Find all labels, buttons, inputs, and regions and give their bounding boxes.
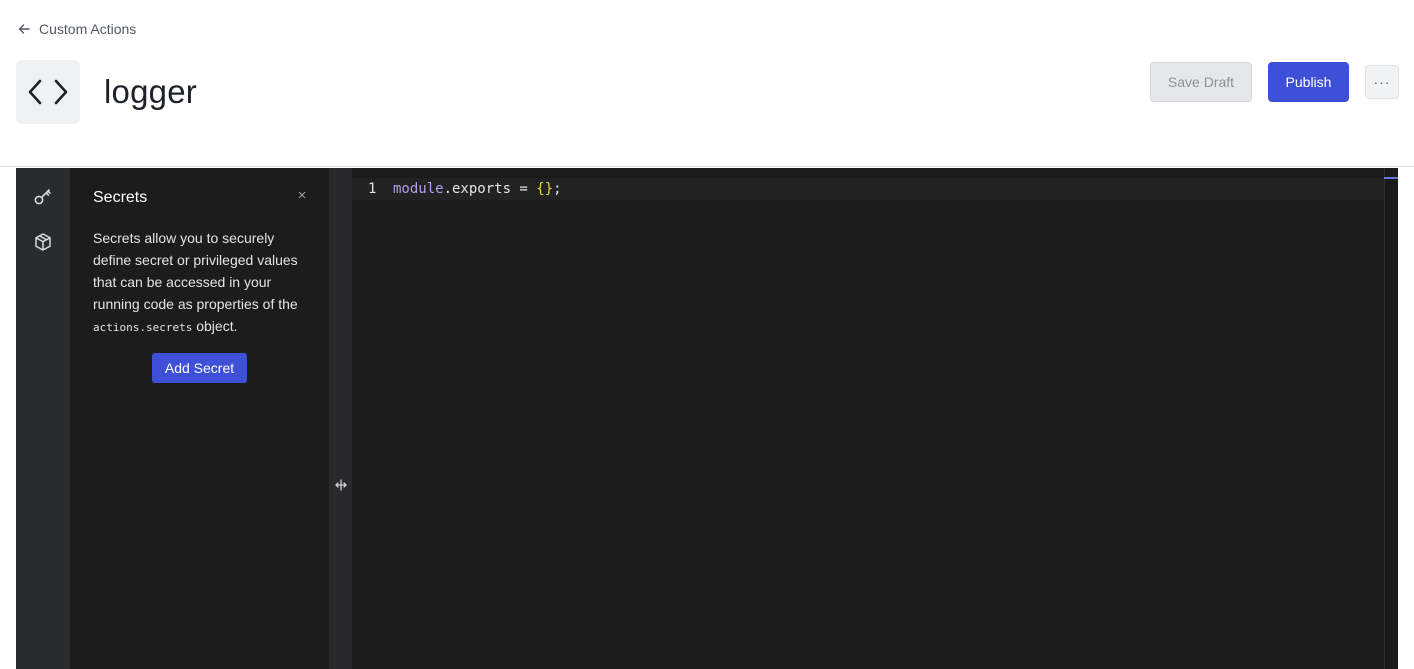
secrets-object-code: actions.secrets [93, 321, 193, 334]
resize-horizontal-icon [335, 479, 347, 491]
more-options-button[interactable]: ··· [1365, 65, 1399, 99]
scrollbar-cursor-marker [1384, 177, 1398, 179]
secrets-panel-title: Secrets [93, 189, 148, 206]
back-link-custom-actions[interactable]: Custom Actions [18, 19, 136, 39]
save-draft-button[interactable]: Save Draft [1150, 62, 1252, 102]
header-divider [0, 166, 1414, 167]
rail-item-dependencies[interactable] [31, 230, 55, 254]
code-editor[interactable]: 1 module.exports = {}; [352, 168, 1398, 669]
publish-button[interactable]: Publish [1268, 62, 1349, 102]
add-secret-button[interactable]: Add Secret [152, 353, 247, 383]
line-number: 1 [368, 181, 377, 197]
editor-scrollbar[interactable] [1384, 168, 1398, 669]
page-title: logger [104, 73, 197, 110]
rail-item-secrets[interactable] [31, 184, 55, 208]
code-editor-shell: Secrets × Secrets allow you to securely … [16, 168, 1398, 669]
code-line[interactable]: module.exports = {}; [393, 180, 562, 198]
secrets-panel-description: Secrets allow you to securely define sec… [93, 230, 298, 334]
back-link-label: Custom Actions [39, 21, 137, 37]
action-icon-tile [16, 60, 80, 124]
ellipsis-icon: ··· [1373, 74, 1391, 90]
code-brackets-icon [28, 79, 68, 105]
arrow-left-icon [18, 24, 30, 34]
panel-resize-handle[interactable] [329, 168, 352, 669]
secrets-panel: Secrets × Secrets allow you to securely … [70, 168, 329, 669]
close-icon[interactable]: × [294, 188, 310, 204]
tool-rail [16, 168, 70, 669]
key-icon [34, 189, 51, 205]
package-icon [35, 233, 51, 251]
